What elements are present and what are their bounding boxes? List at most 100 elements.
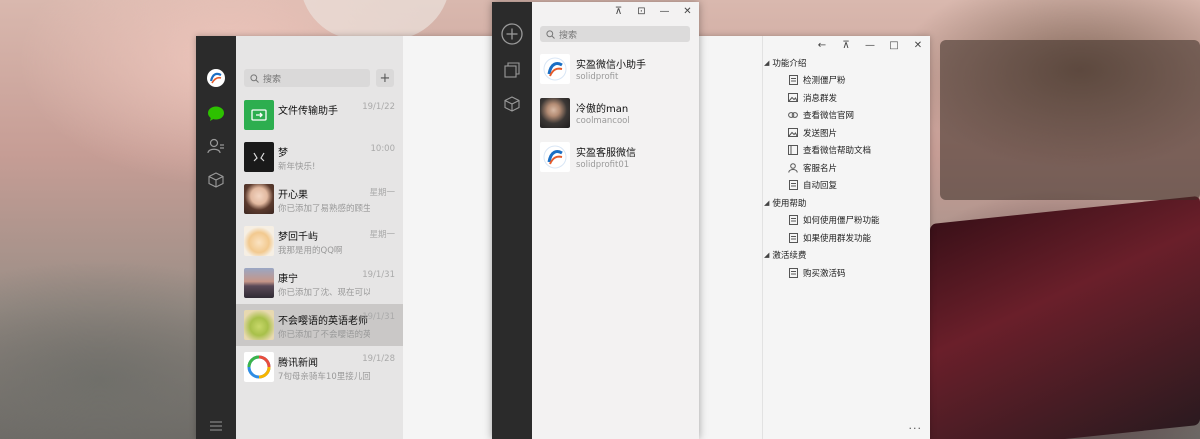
chat-bubble-icon bbox=[207, 106, 225, 122]
chat-item[interactable]: 文件传输助手 19/1/22 bbox=[236, 94, 403, 136]
tree-item-label: 检测僵尸粉 bbox=[803, 76, 846, 87]
contact-id: coolmancool bbox=[576, 116, 630, 126]
dream-avatar bbox=[244, 142, 274, 172]
tree-item-label: 购买激活码 bbox=[803, 268, 846, 279]
document-icon bbox=[788, 215, 798, 226]
contact-id: solidprofit bbox=[576, 72, 619, 82]
chat-name: 梦回千屿 bbox=[278, 232, 318, 243]
man-avatar bbox=[540, 98, 570, 128]
chat-time: 19/1/31 bbox=[362, 270, 395, 280]
tree-item-service-card[interactable]: 客服名片 bbox=[762, 159, 930, 177]
tree-item-how-mass[interactable]: 如果使用群发功能 bbox=[762, 229, 930, 247]
close-button[interactable]: ✕ bbox=[906, 36, 930, 54]
chat-item[interactable]: 腾讯新闻 7旬母亲骑车10里接儿回... 19/1/28 bbox=[236, 346, 403, 388]
copy-icon bbox=[504, 62, 520, 78]
chat-preview: 7旬母亲骑车10里接儿回... bbox=[278, 372, 370, 382]
contacts-icon bbox=[207, 138, 225, 154]
minimize-button[interactable]: — bbox=[653, 2, 676, 20]
tree-group-activation[interactable]: ◢ 激活续费 bbox=[762, 247, 930, 265]
back-button[interactable]: ← bbox=[810, 36, 834, 54]
profile-avatar[interactable] bbox=[196, 66, 236, 90]
chat-item[interactable]: 开心果 你已添加了易熟感的顾生... 星期一 bbox=[236, 178, 403, 220]
chat-item[interactable]: 梦 新年快乐! 10:00 bbox=[236, 136, 403, 178]
girl-avatar bbox=[244, 184, 274, 214]
mini-programs-tab[interactable] bbox=[492, 92, 532, 116]
contact-item[interactable]: 实盈微信小助手 solidprofit bbox=[532, 48, 699, 92]
second-sidebar bbox=[492, 2, 532, 439]
cube-icon bbox=[208, 172, 224, 188]
tree-group-label: 激活续费 bbox=[772, 251, 807, 262]
document-icon bbox=[788, 180, 798, 191]
chat-time: 19/1/22 bbox=[362, 102, 395, 112]
document-icon bbox=[788, 267, 798, 278]
close-button[interactable]: ✕ bbox=[676, 2, 699, 20]
chat-item[interactable]: 康宁 你已添加了沈、现在可以... 19/1/31 bbox=[236, 262, 403, 304]
frog-avatar bbox=[244, 310, 274, 340]
mini-programs-tab[interactable] bbox=[196, 168, 236, 192]
pin-button[interactable]: ⊼ bbox=[607, 2, 630, 20]
tree-item-official-site[interactable]: 查看微信官网 bbox=[762, 107, 930, 125]
wallpaper-magazine bbox=[930, 195, 1200, 439]
windows-tab[interactable] bbox=[492, 58, 532, 82]
maximize-button[interactable]: □ bbox=[882, 36, 906, 54]
chat-item-selected[interactable]: 不会嘤语的英语老师 你已添加了不会嘤语的英... 19/1/31 bbox=[236, 304, 403, 346]
wechat-second-window: ⊼ ⊡ — ✕ 搜索 实盈微信小助手 solidprofit 冷傲的man co… bbox=[492, 2, 699, 439]
chat-search-input[interactable]: 搜索 bbox=[244, 69, 370, 87]
chat-preview: 新年快乐! bbox=[278, 162, 316, 172]
contact-name: 实盈微信小助手 bbox=[576, 60, 646, 71]
tree-item-send-image[interactable]: 发送图片 bbox=[762, 124, 930, 142]
cartoon-avatar bbox=[244, 226, 274, 256]
tree-item-auto-reply[interactable]: 自动回复 bbox=[762, 177, 930, 195]
tree-item-label: 查看微信帮助文档 bbox=[803, 146, 872, 157]
pin-button[interactable]: ⊼ bbox=[834, 36, 858, 54]
contacts-tab[interactable] bbox=[196, 134, 236, 158]
book-icon bbox=[788, 145, 798, 156]
hamburger-icon bbox=[209, 421, 223, 431]
tree-item-mass-message[interactable]: 消息群发 bbox=[762, 89, 930, 107]
minimize-button[interactable]: — bbox=[858, 36, 882, 54]
add-chat-button[interactable]: + bbox=[376, 69, 394, 87]
solidprofit-logo bbox=[540, 54, 570, 84]
window-b-controls: ⊼ ⊡ — ✕ bbox=[607, 2, 699, 20]
tree-group-label: 使用帮助 bbox=[772, 198, 807, 209]
contact-search-input[interactable]: 搜索 bbox=[540, 26, 690, 42]
tree-group-features[interactable]: ◢ 功能介绍 bbox=[762, 54, 930, 72]
tree-item-help-docs[interactable]: 查看微信帮助文档 bbox=[762, 142, 930, 160]
feature-tree: ◢ 功能介绍 检测僵尸粉 消息群发 查看微信官网 发送图片 查看微信帮助文档 客服… bbox=[762, 54, 930, 282]
add-button[interactable] bbox=[492, 22, 532, 46]
menu-button[interactable] bbox=[196, 419, 236, 433]
chat-preview: 我那是用的QQ啊 bbox=[278, 246, 343, 256]
wallpaper-shelf bbox=[940, 40, 1200, 200]
landscape-avatar bbox=[244, 268, 274, 298]
link-icon bbox=[788, 110, 798, 120]
chat-preview: 你已添加了沈、现在可以... bbox=[278, 288, 370, 298]
contact-item[interactable]: 实盈客服微信 solidprofit01 bbox=[532, 136, 699, 180]
person-icon bbox=[788, 162, 798, 173]
more-options-button[interactable]: ··· bbox=[909, 422, 923, 435]
chat-tab[interactable] bbox=[196, 102, 236, 126]
document-icon bbox=[788, 232, 798, 243]
contact-id: solidprofit01 bbox=[576, 160, 630, 170]
caret-down-icon: ◢ bbox=[764, 58, 770, 67]
contact-name: 冷傲的man bbox=[576, 104, 629, 115]
main-sidebar bbox=[196, 36, 236, 439]
tree-group-help[interactable]: ◢ 使用帮助 bbox=[762, 194, 930, 212]
chat-time: 10:00 bbox=[370, 144, 396, 154]
chat-name: 开心果 bbox=[278, 190, 308, 201]
tree-item-label: 查看微信官网 bbox=[803, 111, 855, 122]
tree-item-buy-code[interactable]: 购买激活码 bbox=[762, 264, 930, 282]
image-icon bbox=[788, 128, 798, 138]
search-icon bbox=[546, 29, 555, 39]
chat-item[interactable]: 梦回千屿 我那是用的QQ啊 星期一 bbox=[236, 220, 403, 262]
file-transfer-avatar bbox=[244, 100, 274, 130]
chat-name: 康宁 bbox=[278, 274, 298, 285]
chat-time: 星期一 bbox=[369, 230, 395, 240]
tree-item-detect-zombie[interactable]: 检测僵尸粉 bbox=[762, 72, 930, 90]
tencent-news-avatar bbox=[244, 352, 274, 382]
chat-preview: 你已添加了不会嘤语的英... bbox=[278, 330, 370, 340]
chat-name: 腾讯新闻 bbox=[278, 358, 318, 369]
restore-button[interactable]: ⊡ bbox=[630, 2, 653, 20]
tree-item-label: 客服名片 bbox=[803, 163, 838, 174]
tree-item-how-zombie[interactable]: 如何使用僵尸粉功能 bbox=[762, 212, 930, 230]
contact-item[interactable]: 冷傲的man coolmancool bbox=[532, 92, 699, 136]
